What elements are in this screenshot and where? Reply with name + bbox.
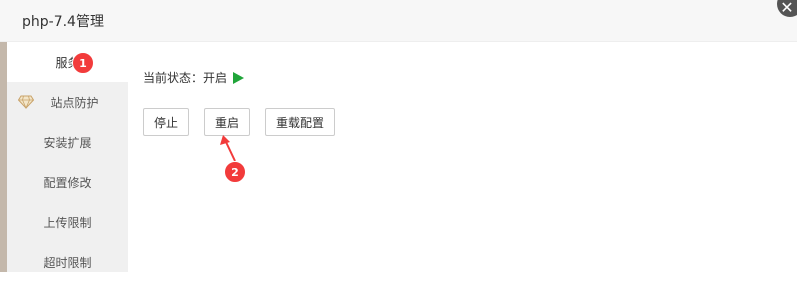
php-manager-dialog: php-7.4管理 ✕ 服务 站点防护 安装扩展 配置修改 上传限制 超时限制 …	[0, 0, 797, 272]
annotation-arrow	[220, 135, 236, 162]
step-2-badge: 2	[224, 161, 246, 183]
